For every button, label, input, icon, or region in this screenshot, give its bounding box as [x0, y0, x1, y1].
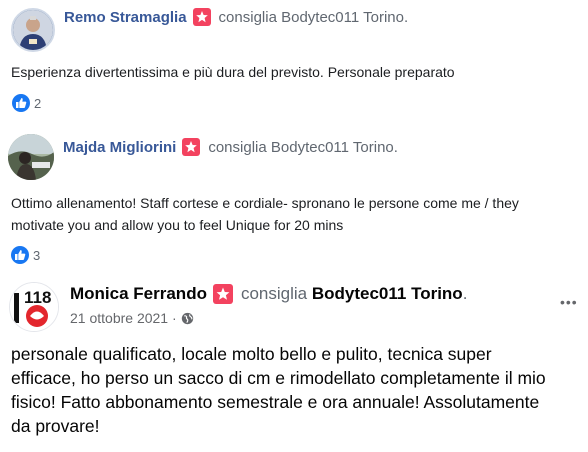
like-icon	[11, 246, 29, 264]
author-name[interactable]: Remo Stramaglia	[64, 9, 187, 26]
recommend-icon	[192, 8, 211, 26]
like-count: 3	[33, 247, 41, 263]
page-link[interactable]: Bodytec011 Torino	[312, 284, 463, 303]
review-text-line: da provare!	[11, 416, 100, 436]
page-link[interactable]: Bodytec011 Torino.	[271, 139, 398, 156]
review-text: personale qualificato, locale molto bell…	[11, 342, 586, 438]
like-icon	[12, 94, 30, 112]
page-suffix: .	[462, 284, 468, 303]
recommend-icon	[182, 138, 201, 156]
review-text-line: personale qualificato, locale molto bell…	[11, 344, 492, 364]
recommend-verb: consiglia	[208, 138, 267, 156]
avatar[interactable]	[8, 134, 54, 180]
review-header: Majda Migliorini consiglia Bodytec011 To…	[63, 138, 398, 156]
like-count: 2	[34, 95, 42, 111]
globe-icon	[181, 312, 194, 325]
recommend-icon	[212, 284, 233, 304]
avatar[interactable]: 118	[9, 282, 59, 332]
page-link[interactable]: Bodytec011 Torino.	[281, 9, 408, 26]
review-text-line: motivate you and allow you to feel Uniqu…	[11, 217, 344, 233]
review-text-line: fisico! Fatto abbonamento semestrale e o…	[11, 392, 540, 412]
reactions[interactable]: 2	[12, 94, 41, 112]
review-text-line: Ottimo allenamento! Staff cortese e cord…	[11, 195, 519, 211]
avatar[interactable]	[11, 8, 55, 52]
author-name[interactable]: Majda Migliorini	[63, 139, 176, 156]
review-text: Ottimo allenamento! Staff cortese e cord…	[11, 192, 586, 236]
review-text-line: efficace, ho perso un sacco di cm e rimo…	[11, 368, 546, 388]
post-date[interactable]: 21 ottobre 2021 ·	[70, 310, 177, 326]
review-text: Esperienza divertentissima e più dura de…	[11, 64, 455, 80]
review-header: Monica Ferrando consiglia Bodytec011 Tor…	[70, 284, 467, 304]
more-options-button[interactable]: •••	[560, 294, 578, 310]
reactions[interactable]: 3	[11, 246, 40, 264]
avatar-logo-text: 118	[24, 288, 51, 307]
author-name[interactable]: Monica Ferrando	[70, 284, 207, 304]
review-header: Remo Stramaglia consiglia Bodytec011 Tor…	[64, 8, 408, 26]
recommend-verb: consiglia	[218, 8, 277, 26]
post-meta: 21 ottobre 2021 ·	[70, 310, 194, 326]
recommend-verb: consiglia	[240, 284, 308, 303]
